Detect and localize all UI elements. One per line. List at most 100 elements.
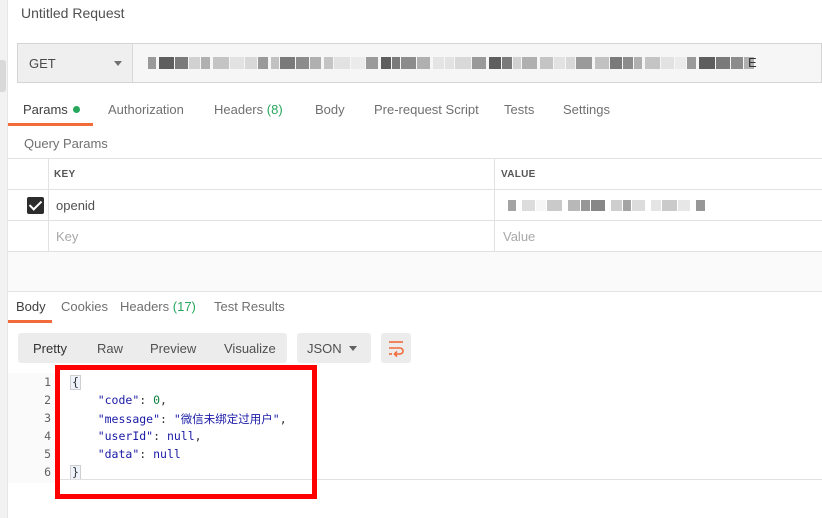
tab-tests[interactable]: Tests — [504, 102, 534, 117]
wrap-lines-icon — [389, 341, 404, 358]
request-title[interactable]: Untitled Request — [21, 5, 125, 21]
key-column-header: KEY — [54, 169, 76, 180]
redaction-block — [536, 200, 546, 211]
new-key-input[interactable]: Key — [56, 229, 78, 244]
redaction-block — [716, 57, 730, 69]
preview-button[interactable]: Preview — [150, 341, 196, 356]
line-number: 3 — [44, 411, 51, 425]
query-params-label: Query Params — [24, 136, 108, 151]
param-key[interactable]: openid — [56, 198, 95, 213]
redaction-block — [623, 200, 631, 211]
redaction-block — [540, 57, 553, 69]
redaction-block — [662, 200, 677, 211]
redaction-block — [502, 57, 512, 69]
param-enabled-checkbox[interactable] — [27, 197, 44, 214]
redaction-block — [280, 57, 295, 69]
redaction-block — [245, 57, 257, 69]
redaction-block — [213, 57, 229, 69]
method-label: GET — [29, 56, 56, 71]
tab-cookies[interactable]: Cookies — [61, 299, 108, 314]
raw-button[interactable]: Raw — [97, 341, 123, 356]
new-value-input[interactable]: Value — [503, 229, 535, 244]
redaction-block — [576, 57, 592, 69]
redaction-block — [334, 57, 350, 69]
redaction-block — [661, 57, 674, 69]
table-row-new: Key Value — [8, 221, 822, 252]
redaction-block — [731, 57, 743, 69]
redaction-block — [522, 200, 535, 211]
redaction-block — [595, 57, 609, 69]
redaction-block — [522, 57, 537, 69]
tab-test-results-label: Test Results — [214, 299, 285, 314]
tab-authorization-label: Authorization — [108, 102, 184, 117]
active-response-tab-indicator — [8, 320, 52, 323]
tab-response-headers[interactable]: Headers (17) — [120, 299, 196, 314]
url-end-char: E — [748, 55, 757, 70]
pretty-button[interactable]: Pretty — [33, 341, 67, 356]
redaction-block — [455, 57, 471, 69]
redaction-block — [189, 57, 200, 69]
tab-settings[interactable]: Settings — [563, 102, 610, 117]
response-tabs: Body Cookies Headers (17) Test Results — [8, 293, 822, 323]
request-tabs: Params Authorization Headers (8) Body Pr… — [8, 96, 822, 126]
tab-headers[interactable]: Headers (8) — [214, 102, 283, 117]
redaction-block — [645, 57, 660, 69]
redaction-block — [687, 57, 696, 69]
url-bar: GET E — [17, 43, 822, 83]
query-params-table: KEY VALUE openid Key Value — [8, 158, 822, 252]
method-select[interactable]: GET — [18, 44, 133, 82]
tab-cookies-label: Cookies — [61, 299, 108, 314]
tab-test-results[interactable]: Test Results — [214, 299, 285, 314]
active-tab-indicator — [8, 123, 93, 126]
redaction-block — [417, 57, 430, 69]
highlight-annotation-box — [55, 365, 317, 499]
chevron-down-icon — [349, 346, 357, 351]
view-mode-group: Pretty Raw Preview Visualize — [18, 333, 287, 363]
redaction-block — [675, 57, 686, 69]
line-number: 2 — [44, 393, 51, 407]
tab-pre-request-script[interactable]: Pre-request Script — [374, 102, 479, 117]
redaction-block — [159, 57, 174, 69]
tab-response-body-label: Body — [16, 299, 46, 314]
format-select[interactable]: JSON — [297, 333, 371, 363]
redaction-block — [513, 57, 521, 69]
redaction-block — [271, 57, 279, 69]
redaction-block — [651, 200, 661, 211]
tab-response-headers-label: Headers — [120, 299, 170, 314]
tab-params[interactable]: Params — [23, 102, 80, 117]
tab-settings-label: Settings — [563, 102, 610, 117]
redaction-block — [508, 200, 516, 211]
redaction-block — [351, 57, 365, 69]
redaction-block — [489, 57, 501, 69]
redaction-block — [472, 57, 486, 69]
tab-headers-label: Headers — [214, 102, 264, 117]
redaction-block — [175, 57, 188, 69]
redaction-block — [296, 57, 309, 69]
redaction-block — [258, 57, 268, 69]
column-divider — [494, 159, 495, 252]
redaction-block — [433, 57, 444, 69]
pane-divider[interactable] — [8, 252, 822, 292]
redaction-block — [610, 57, 622, 69]
redaction-block — [547, 200, 562, 211]
redaction-block — [230, 57, 244, 69]
tab-body-label: Body — [315, 102, 345, 117]
redaction-block — [678, 200, 690, 211]
redaction-block — [554, 57, 565, 69]
sidebar-collapse-handle[interactable] — [0, 60, 6, 92]
value-column-header: VALUE — [501, 169, 536, 180]
chevron-down-icon — [114, 61, 122, 66]
tab-body[interactable]: Body — [315, 102, 345, 117]
tab-tests-label: Tests — [504, 102, 535, 117]
tab-response-body[interactable]: Body — [16, 299, 46, 314]
visualize-button[interactable]: Visualize — [224, 341, 276, 356]
line-number: 1 — [44, 375, 51, 389]
redaction-block — [699, 57, 715, 69]
redaction-block — [568, 200, 580, 211]
redaction-block — [201, 57, 210, 69]
redaction-block — [381, 57, 391, 69]
tab-authorization[interactable]: Authorization — [108, 102, 184, 117]
wrap-lines-button[interactable] — [381, 333, 411, 363]
redaction-block — [148, 57, 156, 69]
redaction-block — [632, 200, 645, 211]
